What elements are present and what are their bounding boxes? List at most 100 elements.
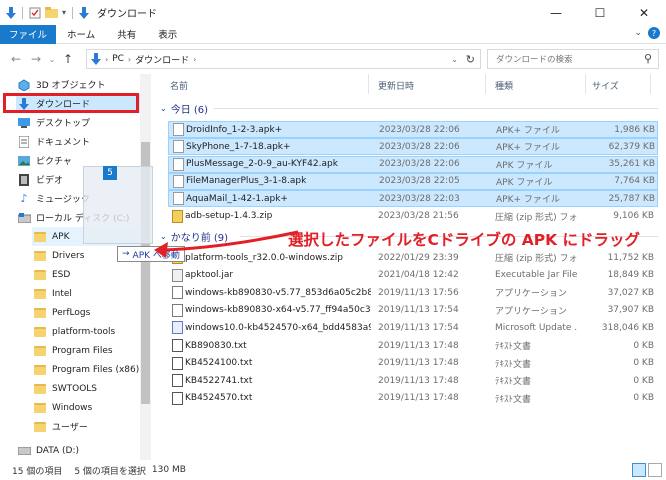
address-dropdown-icon[interactable]: ⌄ bbox=[451, 55, 458, 64]
breadcrumb-downloads[interactable]: ダウンロード bbox=[135, 53, 189, 66]
column-divider[interactable] bbox=[650, 74, 651, 94]
apk-file-icon bbox=[173, 157, 184, 171]
selection-count: 5 個の項目を選択 bbox=[74, 466, 146, 477]
up-arrow-icon[interactable]: ↑ bbox=[58, 52, 78, 66]
new-folder-icon[interactable] bbox=[45, 7, 58, 18]
address-bar[interactable]: › PC › ダウンロード › ⌄ ↻ bbox=[86, 49, 481, 69]
nav-label: Program Files bbox=[52, 345, 113, 356]
nav-item-intel[interactable]: Intel bbox=[32, 284, 172, 303]
nav-item-program-files[interactable]: Program Files bbox=[32, 341, 172, 360]
toolbar-divider bbox=[72, 6, 74, 19]
group-divider bbox=[214, 108, 658, 109]
maximize-button[interactable]: ☐ bbox=[578, 0, 622, 25]
file-type: Microsoft Update ... bbox=[495, 322, 577, 333]
breadcrumb-separator-icon[interactable]: › bbox=[128, 55, 131, 64]
file-type: APK ファイル bbox=[496, 177, 553, 188]
folder-icon bbox=[32, 230, 48, 243]
nav-item-windows[interactable]: Windows bbox=[32, 398, 172, 417]
file-row[interactable]: windows-kb890830-x64-v5.77_ff94a50c30...… bbox=[168, 302, 658, 319]
tab-file[interactable]: ファイル bbox=[0, 24, 57, 44]
recent-locations-icon[interactable]: ⌄ bbox=[46, 55, 58, 64]
3d-objects-icon bbox=[16, 78, 32, 91]
breadcrumb-pc[interactable]: PC bbox=[112, 54, 124, 64]
file-type: APK+ ファイル bbox=[496, 143, 560, 154]
txt-file-icon bbox=[172, 374, 183, 388]
file-date: 2019/11/13 17:48 bbox=[378, 340, 459, 351]
file-size: 35,261 KB bbox=[608, 159, 655, 170]
file-row[interactable]: PlusMessage_2-0-9_au-KYF42.apk 2023/03/28… bbox=[168, 155, 658, 173]
file-type: ﾃｷｽﾄ文書 bbox=[495, 394, 532, 405]
file-size: 18,849 KB bbox=[607, 270, 654, 281]
minimize-button[interactable]: — bbox=[534, 0, 578, 25]
file-row[interactable]: windows10.0-kb4524570-x64_bdd4583a9f... 2… bbox=[168, 319, 658, 336]
details-view-icon[interactable] bbox=[632, 463, 646, 477]
properties-icon[interactable] bbox=[29, 7, 41, 19]
collapse-icon[interactable]: ⌄ bbox=[160, 104, 167, 113]
nav-item-platform-tools[interactable]: platform-tools bbox=[32, 322, 172, 341]
nav-label: 3D オブジェクト bbox=[36, 81, 106, 91]
nav-item-desktop[interactable]: デスクトップ bbox=[16, 113, 156, 132]
column-divider[interactable] bbox=[368, 74, 369, 94]
breadcrumb-separator-icon[interactable]: › bbox=[105, 55, 108, 64]
breadcrumb-separator-icon[interactable]: › bbox=[193, 55, 196, 64]
group-title: 今日 (6) bbox=[170, 104, 209, 116]
tab-home[interactable]: ホーム bbox=[56, 25, 106, 44]
nav-label: Drivers bbox=[52, 250, 85, 261]
customize-toolbar-icon[interactable]: ▾ bbox=[62, 8, 66, 17]
selection-size: 130 MB bbox=[151, 465, 186, 475]
file-row[interactable]: windows-kb890830-v5.77_853d6a05c2b8... 20… bbox=[168, 284, 658, 301]
annotation-arrow-icon bbox=[154, 230, 299, 258]
search-icon[interactable]: ⚲ bbox=[644, 52, 652, 65]
file-date: 2023/03/28 22:06 bbox=[379, 141, 460, 152]
tab-view[interactable]: 表示 bbox=[147, 25, 188, 44]
nav-label: デスクトップ bbox=[36, 119, 91, 129]
column-header-date[interactable]: 更新日時 bbox=[378, 76, 414, 94]
nav-item-swtools[interactable]: SWTOOLS bbox=[32, 379, 172, 398]
search-input[interactable]: ダウンロードの検索 ⚲ bbox=[487, 49, 659, 69]
column-divider[interactable] bbox=[585, 74, 586, 94]
nav-item-3d-objects[interactable]: 3D オブジェクト bbox=[16, 75, 156, 94]
file-type: 圧縮 (zip 形式) フォ... bbox=[495, 212, 577, 223]
window-title: ダウンロード bbox=[97, 9, 158, 20]
group-header-today[interactable]: ⌄ 今日 (6) bbox=[160, 100, 208, 116]
nav-item-data-drive[interactable]: DATA (D:) bbox=[16, 441, 156, 460]
file-row[interactable]: DroidInfo_1-2-3.apk+ 2023/03/28 22:06 APK+… bbox=[168, 121, 658, 138]
file-row[interactable]: SkyPhone_1-7-18.apk+ 2023/03/28 22:06 APK+… bbox=[168, 138, 658, 156]
file-row[interactable]: KB4524100.txt 2019/11/13 17:48 ﾃｷｽﾄ文書 0 KB bbox=[168, 355, 658, 372]
expand-ribbon-icon[interactable]: ⌄ bbox=[634, 28, 642, 38]
msu-file-icon bbox=[172, 321, 183, 335]
large-icons-view-icon[interactable] bbox=[648, 463, 662, 477]
file-date: 2023/03/28 22:06 bbox=[379, 159, 460, 170]
column-divider[interactable] bbox=[485, 74, 486, 94]
help-icon[interactable]: ? bbox=[648, 27, 660, 39]
file-name: windows-kb890830-v5.77_853d6a05c2b8... bbox=[185, 287, 371, 298]
column-header-type[interactable]: 種類 bbox=[495, 76, 513, 94]
file-type: APK+ ファイル bbox=[496, 126, 560, 136]
column-header-name[interactable]: 名前 bbox=[170, 76, 188, 94]
nav-item-users[interactable]: ユーザー bbox=[32, 417, 172, 436]
refresh-icon[interactable]: ↻ bbox=[466, 53, 475, 66]
file-row[interactable]: KB4522741.txt 2019/11/13 17:48 ﾃｷｽﾄ文書 0 KB bbox=[168, 372, 658, 389]
tab-share[interactable]: 共有 bbox=[106, 25, 147, 44]
exe-file-icon bbox=[172, 286, 183, 300]
nav-item-perflogs[interactable]: PerfLogs bbox=[32, 303, 172, 322]
back-arrow-icon[interactable]: ← bbox=[6, 52, 26, 66]
close-button[interactable]: ✕ bbox=[622, 0, 666, 25]
nav-item-documents[interactable]: ドキュメント bbox=[16, 132, 156, 151]
nav-label: ビデオ bbox=[36, 176, 64, 186]
file-row[interactable]: FileManagerPlus_3-1-8.apk 2023/03/28 22:0… bbox=[168, 172, 658, 190]
column-header-size[interactable]: サイズ bbox=[592, 76, 619, 94]
file-name: KB890830.txt bbox=[185, 340, 247, 351]
file-date: 2019/11/13 17:54 bbox=[378, 322, 459, 333]
forward-arrow-icon[interactable]: → bbox=[26, 52, 46, 66]
file-date: 2019/11/13 17:54 bbox=[378, 305, 459, 316]
file-row[interactable]: KB890830.txt 2019/11/13 17:48 ﾃｷｽﾄ文書 0 KB bbox=[168, 337, 658, 354]
file-date: 2023/03/28 21:56 bbox=[378, 211, 459, 221]
download-arrow-icon[interactable] bbox=[6, 6, 16, 19]
file-size: 318,046 KB bbox=[601, 322, 654, 333]
nav-item-program-files-x86[interactable]: Program Files (x86) bbox=[32, 360, 172, 379]
nav-label: PerfLogs bbox=[52, 307, 91, 318]
file-type: APK+ ファイル bbox=[496, 195, 560, 206]
file-row[interactable]: KB4524570.txt 2019/11/13 17:48 ﾃｷｽﾄ文書 0 KB bbox=[168, 390, 658, 407]
file-row[interactable]: AquaMail_1-42-1.apk+ 2023/03/28 22:03 APK+… bbox=[168, 190, 658, 208]
